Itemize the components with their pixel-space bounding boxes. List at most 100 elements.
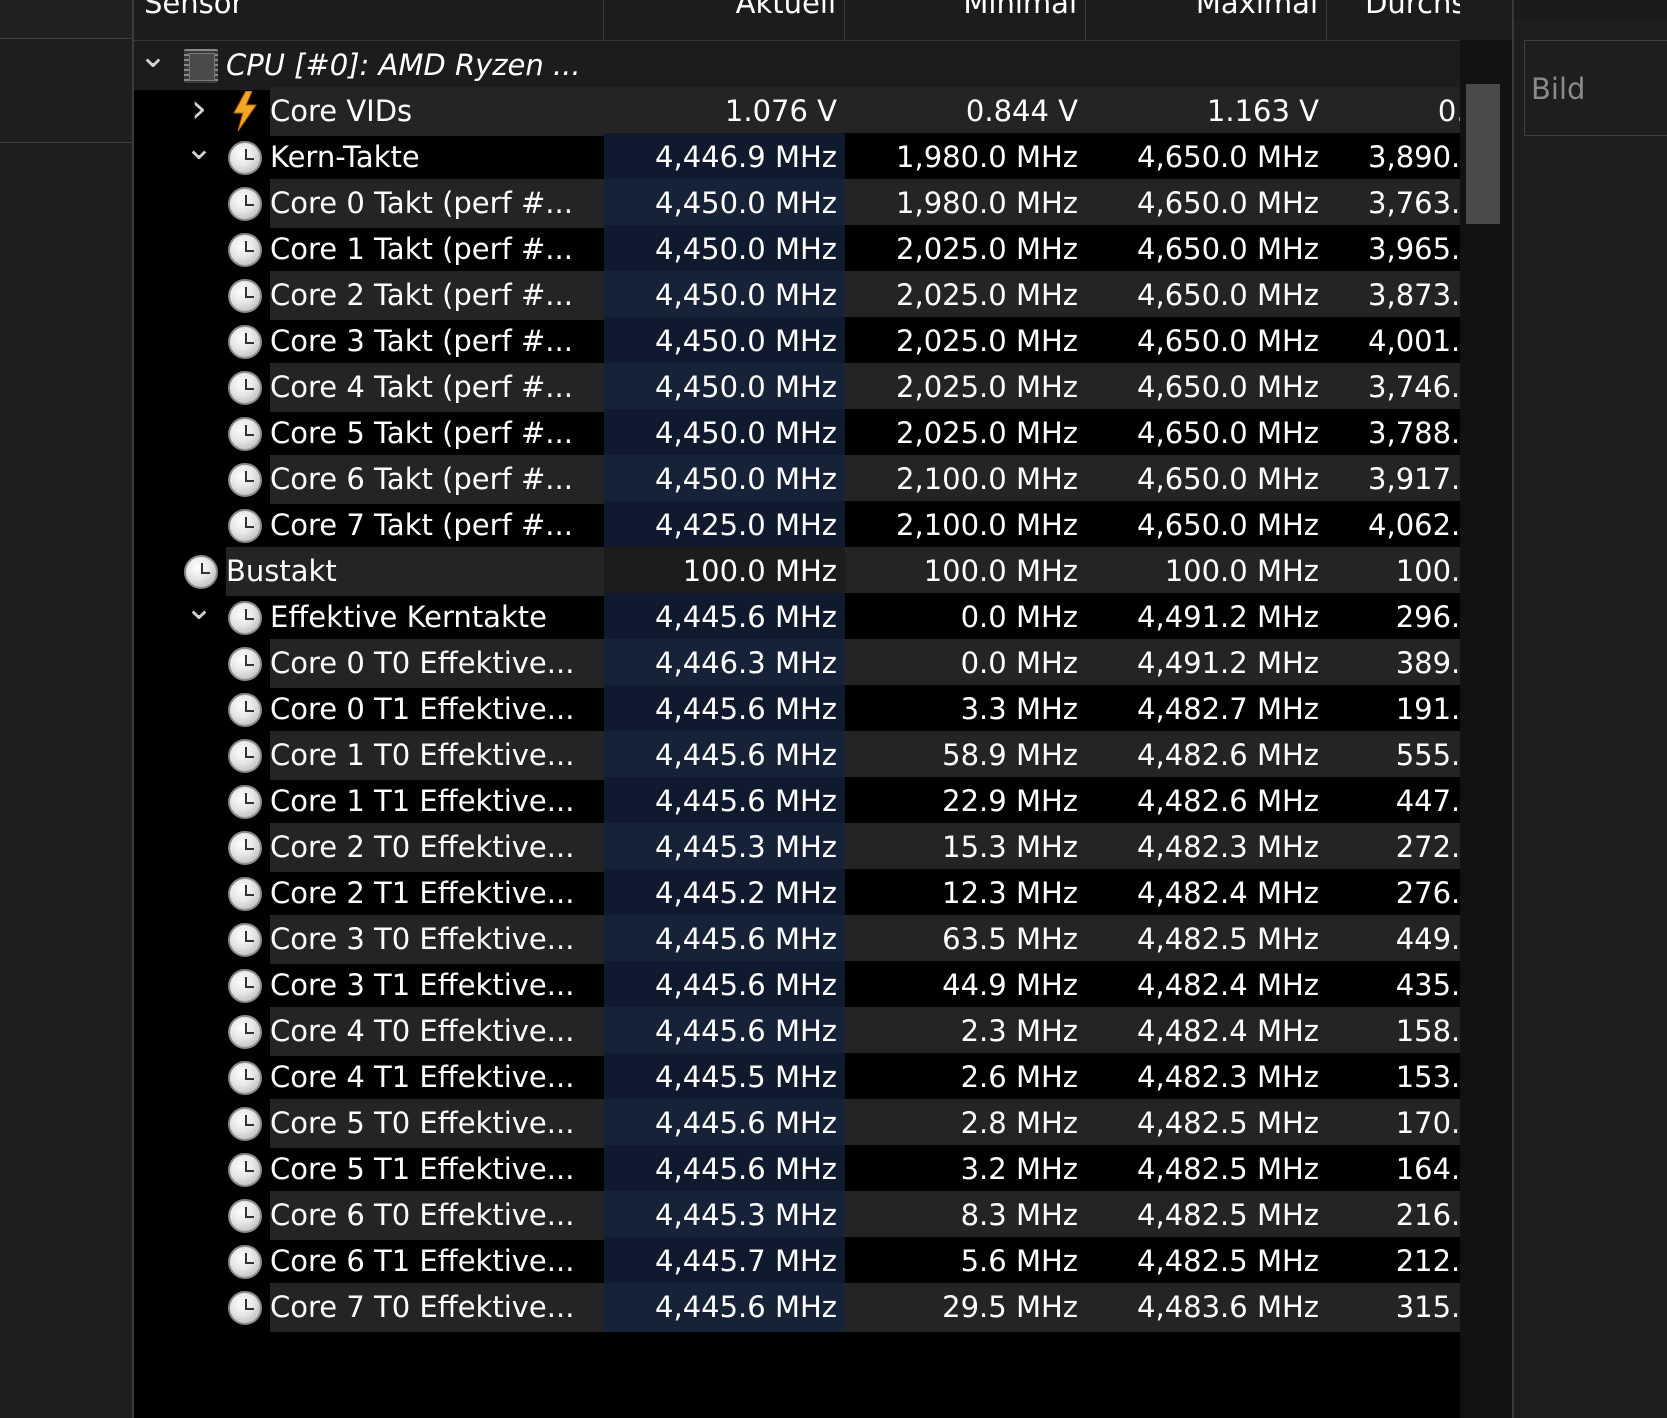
sensor-name-cell: Core 3 T0 Effektive... (134, 915, 604, 964)
sensor-row[interactable]: ⌄ Effektive Kerntakte 4,445.6 MHz 0.0 MHz 4,… (134, 593, 1552, 642)
sensor-row[interactable]: Core 2 T0 Effektive... 4,445.3 MHz 15.3 MH… (134, 823, 1552, 872)
value-min: 2,100.0 MHz (845, 455, 1086, 504)
value-current: 4,425.0 MHz (604, 501, 845, 550)
sensor-label: Core 1 T0 Effektive... (270, 731, 604, 780)
sensor-row[interactable]: Core 2 Takt (perf #... 4,450.0 MHz 2,025.0… (134, 271, 1552, 320)
value-min: 8.3 MHz (845, 1191, 1086, 1240)
sensor-row[interactable]: Core 6 Takt (perf #... 4,450.0 MHz 2,100.0… (134, 455, 1552, 504)
value-current: 4,450.0 MHz (604, 271, 845, 320)
sensor-label: Core 5 T0 Effektive... (270, 1099, 604, 1148)
chevron-down-icon[interactable]: ⌄ (184, 593, 214, 642)
column-header-sensor[interactable]: Sensor (134, 0, 604, 40)
clock-icon (228, 647, 262, 681)
clock-icon (228, 1153, 262, 1187)
sensor-label: Core 7 T0 Effektive... (270, 1283, 604, 1332)
sensor-row[interactable]: Core 4 T0 Effektive... 4,445.6 MHz 2.3 MHz… (134, 1007, 1552, 1056)
scrollbar-corner (1460, 0, 1512, 40)
value-min: 1,980.0 MHz (845, 179, 1086, 228)
sensor-name-cell: Core 0 T0 Effektive... (134, 639, 604, 688)
sensor-name-cell: ⌄ Effektive Kerntakte (134, 593, 604, 642)
sensor-label: Core 2 T0 Effektive... (270, 823, 604, 872)
bild-button[interactable]: Bild (1524, 40, 1667, 136)
sensor-row[interactable]: Core 3 T1 Effektive... 4,445.6 MHz 44.9 MH… (134, 961, 1552, 1010)
value-max: 4,483.6 MHz (1086, 1283, 1327, 1332)
clock-icon (228, 969, 262, 1003)
column-header-max[interactable]: Maximal (1086, 0, 1327, 40)
clock-icon (228, 739, 262, 773)
sensor-name-cell: Core 6 T1 Effektive... (134, 1237, 604, 1286)
sensor-row[interactable]: Core 7 Takt (perf #... 4,425.0 MHz 2,100.0… (134, 501, 1552, 550)
sensor-row[interactable]: ⌄ Kern-Takte 4,446.9 MHz 1,980.0 MHz 4,650.0… (134, 133, 1552, 182)
vertical-scrollbar[interactable] (1460, 40, 1512, 1418)
sensor-row[interactable]: Core 4 Takt (perf #... 4,450.0 MHz 2,025.0… (134, 363, 1552, 412)
value-max: 4,482.5 MHz (1086, 915, 1327, 964)
value-max: 4,650.0 MHz (1086, 271, 1327, 320)
sensor-label: Core 2 Takt (perf #... (270, 271, 604, 320)
sensor-row[interactable]: Bustakt 100.0 MHz 100.0 MHz 100.0 MHz 100.0 … (134, 547, 1552, 596)
column-header-current[interactable]: Aktuell (604, 0, 845, 40)
value-current: 100.0 MHz (604, 547, 845, 596)
sensor-row[interactable]: Core 5 T1 Effektive... 4,445.6 MHz 3.2 MHz… (134, 1145, 1552, 1194)
sensor-row[interactable]: Core 0 T0 Effektive... 4,446.3 MHz 0.0 MHz… (134, 639, 1552, 688)
sensor-row[interactable]: Core 5 Takt (perf #... 4,450.0 MHz 2,025.0… (134, 409, 1552, 458)
value-current: 4,445.6 MHz (604, 593, 845, 642)
sensor-table: Sensor Aktuell Minimal Maximal Durchschn… (134, 0, 1552, 1418)
sensor-name-cell: Core 1 T0 Effektive... (134, 731, 604, 780)
clock-icon (228, 877, 262, 911)
sensor-row[interactable]: ›Core VIDs1.076 V0.844 V1.163 V0.962 V (134, 87, 1552, 136)
sensor-name-cell: Core 4 Takt (perf #... (134, 363, 604, 412)
value-min: 29.5 MHz (845, 1283, 1086, 1332)
clock-icon (228, 1107, 262, 1141)
left-pane (0, 0, 134, 1418)
sensor-label: Core 6 T1 Effektive... (270, 1244, 575, 1278)
sensor-name-cell: Core 7 Takt (perf #... (134, 501, 604, 550)
sensor-row[interactable]: Core 0 Takt (perf #... 4,450.0 MHz 1,980.0… (134, 179, 1552, 228)
sensor-label: Core 0 T0 Effektive... (270, 639, 604, 688)
value-min: 15.3 MHz (845, 823, 1086, 872)
sensor-row[interactable]: Core 4 T1 Effektive... 4,445.5 MHz 2.6 MHz… (134, 1053, 1552, 1102)
clock-icon (228, 1245, 262, 1279)
sensor-row[interactable]: Core 0 T1 Effektive... 4,445.6 MHz 3.3 MHz… (134, 685, 1552, 734)
sensor-row[interactable]: Core 6 T0 Effektive... 4,445.3 MHz 8.3 MHz… (134, 1191, 1552, 1240)
sensor-label: Core 3 T0 Effektive... (270, 915, 604, 964)
chevron-down-icon[interactable]: ⌄ (138, 41, 168, 90)
sensor-row[interactable]: Core 5 T0 Effektive... 4,445.6 MHz 2.8 MHz… (134, 1099, 1552, 1148)
value-max (1086, 41, 1327, 90)
sensor-row[interactable]: Core 3 T0 Effektive... 4,445.6 MHz 63.5 MH… (134, 915, 1552, 964)
clock-icon (228, 1291, 262, 1325)
value-max: 4,650.0 MHz (1086, 409, 1327, 458)
sensor-row[interactable]: Core 7 T0 Effektive... 4,445.6 MHz 29.5 MH… (134, 1283, 1552, 1332)
sensor-name-cell: Core 6 Takt (perf #... (134, 455, 604, 504)
sensor-group-row[interactable]: ⌄ CPU [#0]: AMD Ryzen ... (134, 41, 1552, 90)
sensor-name-cell: Core 5 T0 Effektive... (134, 1099, 604, 1148)
value-current: 4,445.7 MHz (604, 1237, 845, 1286)
value-current: 4,445.5 MHz (604, 1053, 845, 1102)
sensor-row[interactable]: Core 3 Takt (perf #... 4,450.0 MHz 2,025.0… (134, 317, 1552, 366)
sensor-label: Core 7 Takt (perf #... (270, 508, 573, 542)
value-min: 3.3 MHz (845, 685, 1086, 734)
sensor-row[interactable]: Core 6 T1 Effektive... 4,445.7 MHz 5.6 MHz… (134, 1237, 1552, 1286)
sensor-row[interactable]: Core 1 Takt (perf #... 4,450.0 MHz 2,025.0… (134, 225, 1552, 274)
clock-icon (228, 1015, 262, 1049)
scrollbar-thumb[interactable] (1466, 84, 1500, 224)
value-min: 2,025.0 MHz (845, 363, 1086, 412)
sensor-row[interactable]: Core 2 T1 Effektive... 4,445.2 MHz 12.3 MH… (134, 869, 1552, 918)
value-current: 4,450.0 MHz (604, 363, 845, 412)
sensor-label: Effektive Kerntakte (270, 600, 547, 634)
value-min: 12.3 MHz (845, 869, 1086, 918)
clock-icon (228, 1061, 262, 1095)
sensor-name-cell: Core 2 T1 Effektive... (134, 869, 604, 918)
value-current: 4,450.0 MHz (604, 225, 845, 274)
value-min: 22.9 MHz (845, 777, 1086, 826)
sensor-row[interactable]: Core 1 T0 Effektive... 4,445.6 MHz 58.9 MH… (134, 731, 1552, 780)
chevron-right-icon[interactable]: › (184, 87, 214, 136)
sensor-row[interactable]: Core 1 T1 Effektive... 4,445.6 MHz 22.9 MH… (134, 777, 1552, 826)
sensor-label: Core 3 T1 Effektive... (270, 968, 575, 1002)
value-min: 3.2 MHz (845, 1145, 1086, 1194)
value-min: 2,025.0 MHz (845, 317, 1086, 366)
value-max: 4,650.0 MHz (1086, 317, 1327, 366)
clock-icon (228, 371, 262, 405)
chevron-down-icon[interactable]: ⌄ (184, 133, 214, 182)
value-min (845, 41, 1086, 90)
column-header-min[interactable]: Minimal (845, 0, 1086, 40)
